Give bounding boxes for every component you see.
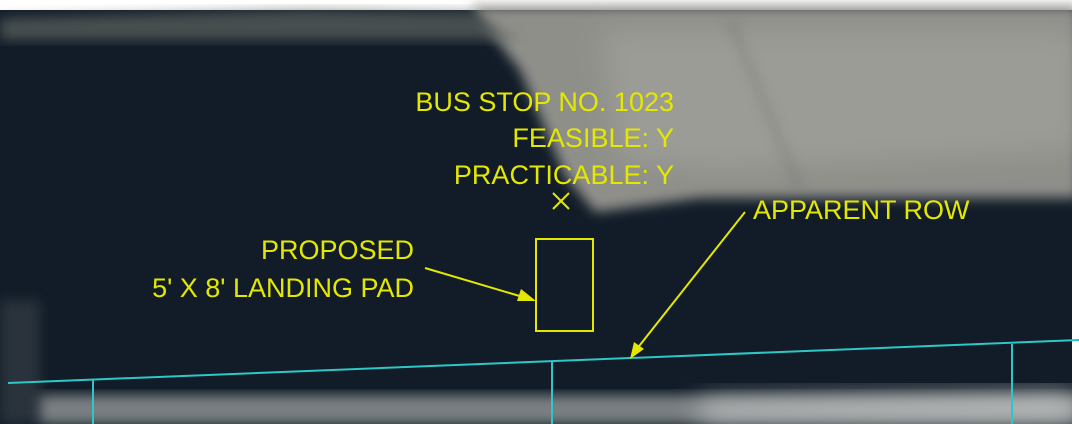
landing-pad-label-line2: 5' X 8' LANDING PAD: [152, 273, 414, 303]
bus-stop-feasible: FEASIBLE: Y: [512, 123, 674, 153]
bus-stop-title: BUS STOP NO. 1023: [415, 87, 674, 117]
landing-pad-label-line1: PROPOSED: [260, 235, 414, 265]
bus-stop-practicable: PRACTICABLE: Y: [453, 160, 674, 190]
apparent-row-label: APPARENT ROW: [753, 195, 970, 225]
site-plan-view: BUS STOP NO. 1023 FEASIBLE: Y PRACTICABL…: [0, 0, 1079, 424]
